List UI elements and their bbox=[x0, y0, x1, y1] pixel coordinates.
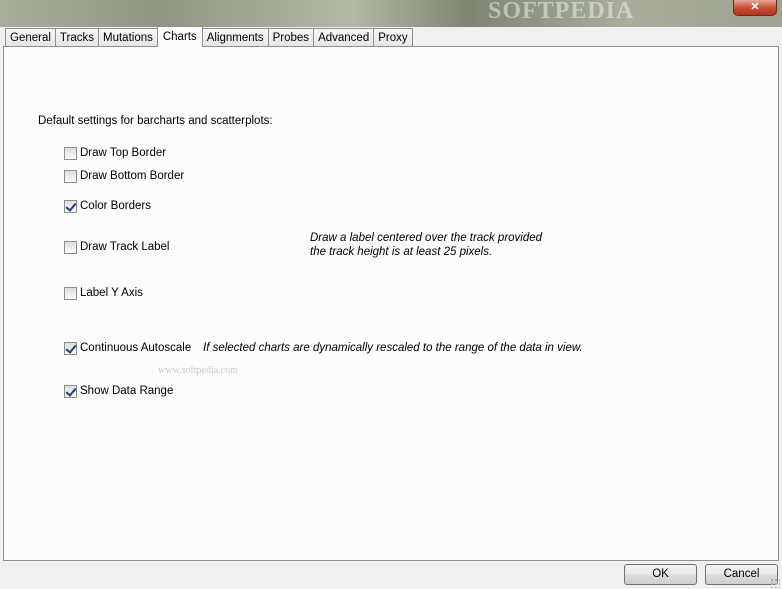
resize-grip[interactable] bbox=[770, 578, 780, 588]
window-titlebar: SOFTPEDIA ✕ bbox=[0, 0, 782, 28]
note-line: the track height is at least 25 pixels. bbox=[310, 246, 493, 258]
tab-alignments[interactable]: Alignments bbox=[201, 28, 269, 47]
draw-top-border-option[interactable]: Draw Top Border bbox=[64, 146, 166, 160]
watermark: www.softpedia.com bbox=[158, 365, 238, 376]
checkbox-label: Show Data Range bbox=[80, 385, 174, 397]
label-y-axis-checkbox[interactable] bbox=[64, 286, 77, 300]
tab-charts[interactable]: Charts bbox=[156, 26, 203, 47]
checkbox-label: Draw Track Label bbox=[80, 241, 170, 253]
color-borders-option[interactable]: Color Borders bbox=[64, 199, 151, 213]
checkbox-label: Label Y Axis bbox=[80, 287, 143, 299]
show-data-range-option[interactable]: Show Data Range bbox=[64, 384, 173, 398]
track-label-note: Draw a label centered over the track pro… bbox=[310, 231, 542, 259]
draw-bottom-border-checkbox[interactable] bbox=[64, 169, 77, 183]
checkbox-label: Continuous Autoscale bbox=[80, 342, 192, 354]
continuous-autoscale-option[interactable]: Continuous Autoscale bbox=[64, 341, 191, 355]
note-line: Draw a label centered over the track pro… bbox=[310, 232, 543, 244]
checkbox-label: Draw Top Border bbox=[80, 147, 167, 159]
autoscale-note: If selected charts are dynamically resca… bbox=[203, 342, 583, 354]
color-borders-checkbox[interactable] bbox=[64, 199, 77, 213]
preferences-window: General Tracks Mutations Charts Alignmen… bbox=[0, 26, 782, 589]
draw-top-border-checkbox[interactable] bbox=[64, 146, 77, 160]
tab-mutations[interactable]: Mutations bbox=[98, 28, 158, 47]
tab-advanced[interactable]: Advanced bbox=[313, 28, 375, 47]
tab-proxy[interactable]: Proxy bbox=[373, 28, 413, 47]
tab-bar: General Tracks Mutations Charts Alignmen… bbox=[5, 26, 413, 47]
watermark: SOFTPEDIA bbox=[488, 0, 635, 24]
draw-bottom-border-option[interactable]: Draw Bottom Border bbox=[64, 169, 184, 183]
ok-button[interactable]: OK bbox=[624, 564, 697, 585]
tab-tracks[interactable]: Tracks bbox=[54, 28, 99, 47]
checkbox-label: Color Borders bbox=[80, 200, 151, 212]
draw-track-label-checkbox[interactable] bbox=[64, 240, 77, 254]
label-y-axis-option[interactable]: Label Y Axis bbox=[64, 286, 143, 300]
tab-probes[interactable]: Probes bbox=[267, 28, 315, 47]
show-data-range-checkbox[interactable] bbox=[64, 384, 77, 398]
close-icon: ✕ bbox=[750, 1, 760, 13]
continuous-autoscale-checkbox[interactable] bbox=[64, 341, 77, 355]
cancel-button[interactable]: Cancel bbox=[705, 564, 778, 585]
close-button[interactable]: ✕ bbox=[733, 0, 777, 16]
section-heading: Default settings for barcharts and scatt… bbox=[38, 115, 273, 127]
draw-track-label-option[interactable]: Draw Track Label bbox=[64, 240, 169, 254]
charts-panel: Default settings for barcharts and scatt… bbox=[3, 46, 779, 561]
checkbox-label: Draw Bottom Border bbox=[80, 170, 185, 182]
tab-general[interactable]: General bbox=[5, 28, 56, 47]
